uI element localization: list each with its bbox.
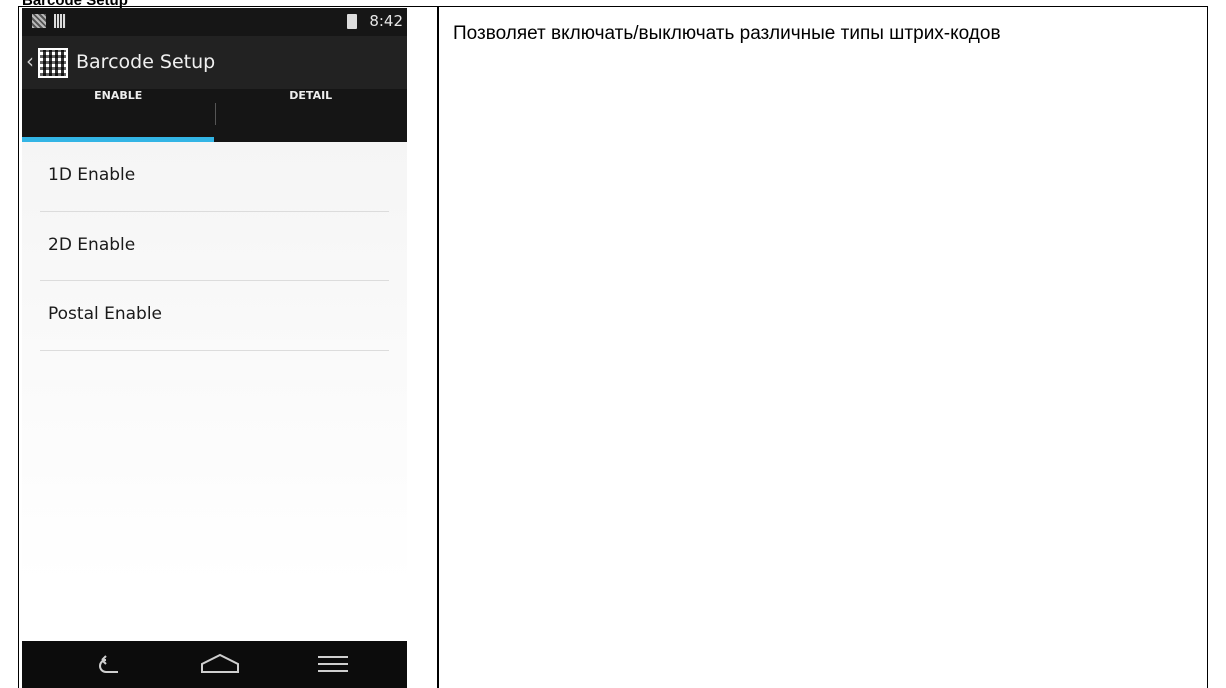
chevron-left-icon[interactable]: ‹ — [26, 49, 34, 73]
barcode-notification-icon — [54, 14, 66, 28]
list-item-2d-enable[interactable]: 2D Enable — [40, 212, 389, 281]
list-item-label: 1D Enable — [48, 165, 136, 185]
home-icon[interactable] — [190, 641, 250, 688]
action-bar: ‹ Barcode Setup — [22, 36, 407, 89]
menu-icon[interactable] — [304, 641, 364, 688]
status-time: 8:42 — [369, 12, 403, 30]
app-title: Barcode Setup — [76, 51, 216, 73]
settings-list: 1D Enable 2D Enable Postal Enable — [22, 142, 407, 351]
status-bar: 8:42 — [22, 8, 407, 36]
battery-icon — [347, 14, 357, 29]
description-text: Позволяет включать/выключать различные т… — [453, 23, 1001, 44]
back-icon[interactable] — [80, 641, 140, 688]
table-column-divider — [437, 7, 439, 688]
list-item-label: 2D Enable — [48, 234, 136, 255]
qr-code-icon[interactable] — [38, 48, 68, 78]
list-item-label: Postal Enable — [48, 304, 163, 324]
tab-bar: ENABLE DETAIL — [22, 89, 407, 142]
list-item-postal-enable[interactable]: Postal Enable — [40, 281, 389, 351]
phone-screenshot: 8:42 ‹ Barcode Setup ENABLE DETAIL 1D En… — [22, 8, 407, 688]
tab-enable[interactable]: ENABLE — [22, 89, 215, 142]
navigation-bar — [22, 641, 407, 688]
qr-notification-icon — [32, 14, 46, 28]
list-item-1d-enable[interactable]: 1D Enable — [40, 142, 389, 212]
tab-detail[interactable]: DETAIL — [215, 89, 408, 142]
